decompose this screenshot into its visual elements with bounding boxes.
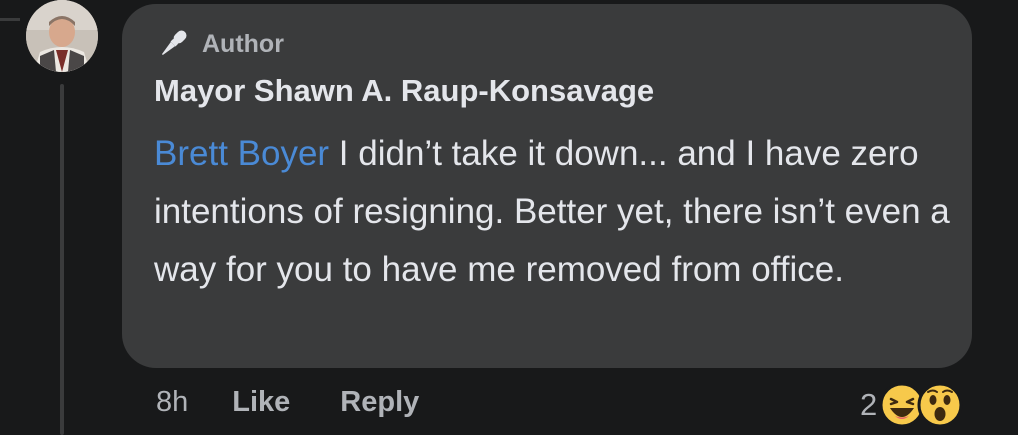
author-badge-label: Author xyxy=(202,29,284,58)
avatar[interactable] xyxy=(26,0,98,72)
reply-button[interactable]: Reply xyxy=(340,386,419,419)
thread-connector xyxy=(0,18,20,21)
timestamp[interactable]: 8h xyxy=(156,386,188,419)
reaction-count: 2 xyxy=(860,387,878,422)
author-badge: Author xyxy=(154,24,284,64)
microphone-icon xyxy=(161,30,187,56)
reactions-summary[interactable]: 2 xyxy=(860,380,963,430)
comment-text: Brett Boyer I didn’t take it down... and… xyxy=(154,125,954,299)
wow-icon xyxy=(917,382,963,428)
commenter-name[interactable]: Mayor Shawn A. Raup-Konsavage xyxy=(154,73,654,109)
comment-actions: 8h Like Reply xyxy=(156,386,469,419)
like-button[interactable]: Like xyxy=(232,386,290,419)
mention-link[interactable]: Brett Boyer xyxy=(154,134,329,173)
reply-thread-line xyxy=(60,84,64,435)
